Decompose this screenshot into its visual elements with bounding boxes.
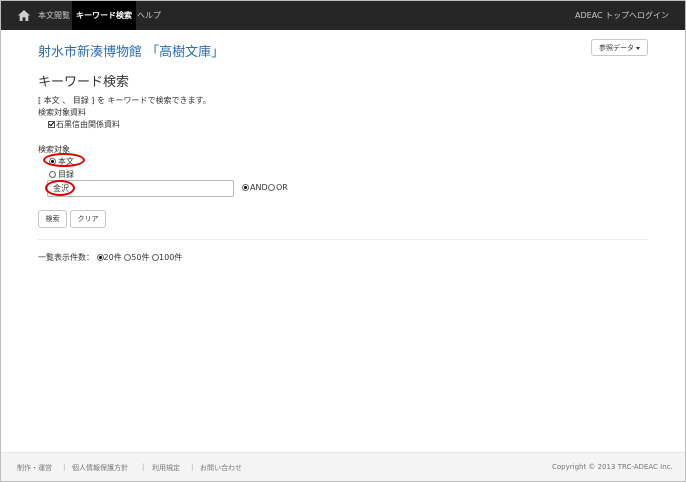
logic-option-and[interactable]: AND [242,183,268,192]
footer-copyright: Copyright © 2013 TRC-ADEAC Inc. [552,463,673,471]
reference-data-button[interactable]: 参照データ [591,39,648,56]
nav-item-keyword-search[interactable]: キーワード検索 [72,1,136,30]
nav-item-help[interactable]: ヘルプ [137,1,161,30]
material-checkbox[interactable] [48,121,55,128]
divider [38,239,648,240]
top-navbar: 本文閲覧 キーワード検索 ヘルプ ADEAC トップへ ログイン [1,1,685,30]
home-icon[interactable] [18,10,30,21]
footer-separator: | [63,463,66,471]
per-page-radio-20[interactable] [96,254,104,261]
footer-separator: | [142,463,145,471]
logic-and-label: AND [250,183,268,192]
material-label: 検索対象資料 [38,108,86,117]
footer-link-terms[interactable]: 利用規定 [152,463,180,473]
nav-link-login[interactable]: ログイン [637,1,669,30]
logic-radio-or[interactable] [268,184,275,191]
clear-button[interactable]: クリア [70,210,106,228]
search-button[interactable]: 検索 [38,210,67,228]
material-option[interactable]: 石黒信由関係資料 [48,119,120,130]
per-page-row: 一覧表示件数： 20件 50件 100件 [38,252,182,263]
logic-radio-and[interactable] [242,184,249,191]
caret-down-icon [636,46,640,50]
site-title[interactable]: 射水市新湊博物館 「高樹文庫」 [38,41,224,60]
footer-link-privacy[interactable]: 個人情報保護方針 [72,463,128,473]
material-option-label: 石黒信由関係資料 [56,120,120,129]
target-option-catalog-label: 目録 [58,170,74,179]
target-radio-catalog[interactable] [49,171,56,178]
target-option-catalog[interactable]: 目録 [49,169,74,180]
per-page-label: 一覧表示件数： [38,253,94,262]
nav-item-text-view[interactable]: 本文閲覧 [38,1,70,30]
footer: 制作・運営 | 個人情報保護方針 | 利用規定 | お問い合わせ Copyrig… [1,452,685,481]
nav-link-adeac-top[interactable]: ADEAC トップへ [575,1,637,30]
annotation-oval-text-option [43,153,85,167]
per-page-100-label: 100件 [159,253,183,262]
logic-option-or[interactable]: OR [268,183,288,192]
per-page-20-label: 20件 [103,253,122,262]
per-page-50-label: 50件 [131,253,150,262]
search-description: [ 本文 、 目録 ] を キーワードで検索できます。 [38,96,211,105]
footer-separator: | [191,463,194,471]
keyword-input[interactable]: 金沢 [47,180,234,197]
per-page-radio-100[interactable] [152,254,160,261]
annotation-oval-keyword [45,180,75,196]
footer-link-production[interactable]: 制作・運営 [17,463,52,473]
browser-frame: 本文閲覧 キーワード検索 ヘルプ ADEAC トップへ ログイン 射水市新湊博物… [0,0,686,482]
logic-or-label: OR [276,183,288,192]
footer-link-contact[interactable]: お問い合わせ [200,463,242,473]
page-heading: キーワード検索 [38,75,130,90]
reference-data-label: 参照データ [599,44,634,52]
